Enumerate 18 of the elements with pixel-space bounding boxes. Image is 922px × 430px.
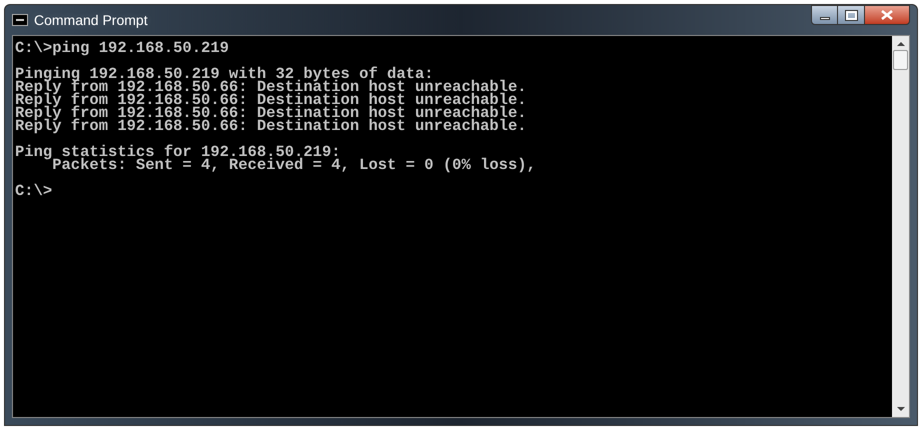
scroll-thumb[interactable] <box>893 50 908 70</box>
minimize-button[interactable] <box>811 5 838 25</box>
console-line: Packets: Sent = 4, Received = 4, Lost = 0 (0% loss), <box>52 159 537 172</box>
close-icon <box>881 10 893 20</box>
console-line: C:\> <box>15 185 54 198</box>
scroll-down-icon[interactable] <box>896 407 904 411</box>
console-line: Reply from 192.168.50.66: Destination host unreachable. <box>15 120 528 133</box>
console-line: Pinging 192.168.50.219 with 32 bytes of data: <box>15 68 434 81</box>
console-line: Reply from 192.168.50.66: Destination host unreachable. <box>15 94 528 107</box>
maximize-button[interactable] <box>838 5 864 25</box>
console-line: Reply from 192.168.50.66: Destination host unreachable. <box>15 81 528 94</box>
window-title: Command Prompt <box>34 10 148 30</box>
console-app-icon <box>12 14 28 26</box>
close-button[interactable] <box>864 5 910 25</box>
scroll-up-icon[interactable] <box>896 42 904 46</box>
console-line: Reply from 192.168.50.66: Destination host unreachable. <box>15 107 528 120</box>
console-line: Ping statistics for 192.168.50.219: <box>15 146 341 159</box>
console-line: C:\>ping 192.168.50.219 <box>15 42 230 55</box>
